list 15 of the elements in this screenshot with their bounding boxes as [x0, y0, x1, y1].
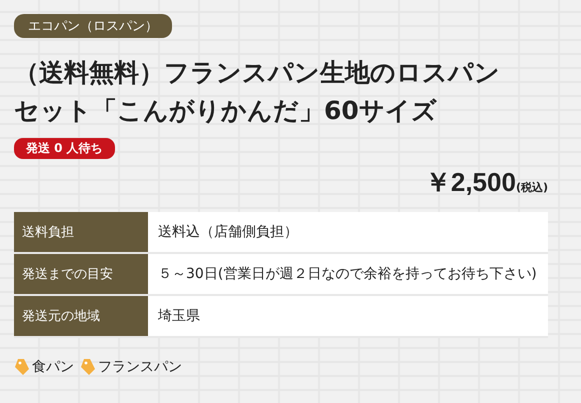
product-title: （送料無料）フランスパン生地のロスパンセット「こんがりかんだ」60サイズ	[14, 57, 501, 127]
table-header-cell: 送料負担	[14, 212, 148, 253]
price: ￥2,500	[424, 166, 516, 199]
tag-link[interactable]: フランスパン	[98, 358, 182, 376]
table-header-cell: 発送までの目安	[14, 253, 148, 295]
tag-icon	[14, 358, 30, 376]
tag-icon	[80, 358, 96, 376]
table-cell: 埼玉県	[148, 295, 548, 337]
table-cell: 送料込（店舗側負担）	[148, 212, 548, 253]
waiting-badge: 発送 0 人待ち	[14, 138, 115, 159]
category-badge[interactable]: エコパン（ロスパン）	[14, 14, 172, 38]
tax-note: (税込)	[516, 180, 548, 195]
table-header-cell: 発送元の地域	[14, 295, 148, 337]
table-cell: ５～30日(営業日が週２日なので余裕を持ってお待ち下さい)	[148, 253, 548, 295]
tag-link[interactable]: 食パン	[32, 358, 74, 376]
